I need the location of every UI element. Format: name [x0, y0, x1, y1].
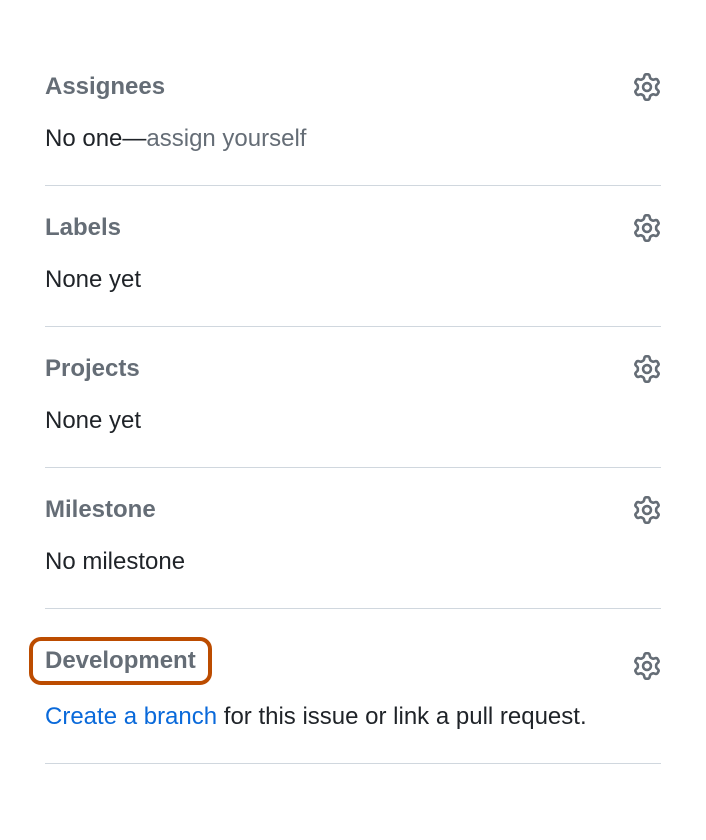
assign-yourself-link[interactable]: assign yourself [146, 125, 306, 152]
assignees-header: Assignees [45, 73, 661, 101]
development-highlight: Development [29, 637, 212, 685]
development-title: Development [45, 647, 196, 674]
labels-header: Labels [45, 214, 661, 242]
gear-icon[interactable] [633, 652, 661, 680]
milestone-section: Milestone No milestone [45, 468, 661, 609]
assignees-section: Assignees No one—assign yourself [45, 45, 661, 186]
gear-icon[interactable] [633, 214, 661, 242]
projects-header: Projects [45, 355, 661, 383]
dash: — [122, 125, 146, 152]
projects-value: None yet [45, 403, 661, 439]
assignees-noone: No one [45, 125, 122, 152]
gear-icon[interactable] [633, 355, 661, 383]
labels-value: None yet [45, 262, 661, 298]
projects-title: Projects [45, 355, 140, 383]
milestone-header: Milestone [45, 496, 661, 524]
milestone-value: No milestone [45, 544, 661, 580]
development-section: Development Create a branch for this iss… [45, 609, 661, 764]
development-suffix: for this issue or link a pull request. [217, 703, 587, 730]
labels-title: Labels [45, 214, 121, 242]
assignees-body: No one—assign yourself [45, 121, 661, 157]
gear-icon[interactable] [633, 496, 661, 524]
assignees-title: Assignees [45, 73, 165, 101]
development-body: Create a branch for this issue or link a… [45, 699, 661, 735]
labels-section: Labels None yet [45, 186, 661, 327]
gear-icon[interactable] [633, 73, 661, 101]
milestone-title: Milestone [45, 496, 156, 524]
development-header: Development [45, 637, 661, 695]
projects-section: Projects None yet [45, 327, 661, 468]
create-branch-link[interactable]: Create a branch [45, 703, 217, 730]
